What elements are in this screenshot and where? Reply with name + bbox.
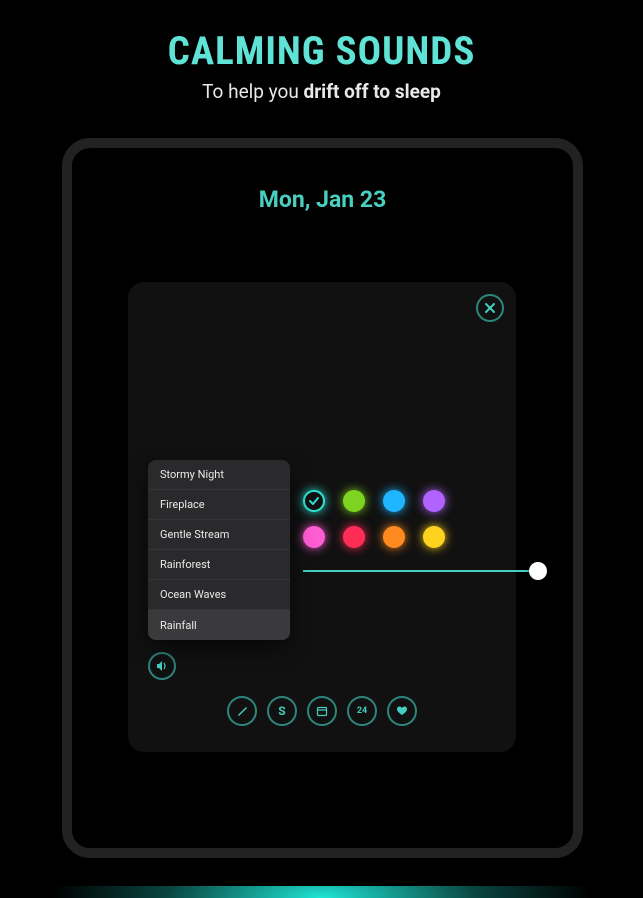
color-swatch[interactable] xyxy=(423,526,445,548)
s-icon: S xyxy=(278,704,285,718)
color-swatch[interactable] xyxy=(343,526,365,548)
24h-tool[interactable]: 24 xyxy=(347,696,377,726)
color-swatch[interactable] xyxy=(383,526,405,548)
settings-card: Stormy NightFireplaceGentle StreamRainfo… xyxy=(128,282,516,752)
speaker-icon xyxy=(155,659,169,673)
sound-option[interactable]: Rainfall xyxy=(148,610,290,640)
marketing-subtitle-prefix: To help you xyxy=(202,80,303,103)
ampm-label: PM xyxy=(72,845,573,858)
brush-tool[interactable] xyxy=(227,696,257,726)
sound-option[interactable]: Ocean Waves xyxy=(148,580,290,610)
marketing-title: CALMING SOUNDS xyxy=(0,28,643,74)
calendar-tool[interactable] xyxy=(307,696,337,726)
s-tool[interactable]: S xyxy=(267,696,297,726)
slider-knob[interactable] xyxy=(529,562,547,580)
brightness-slider[interactable] xyxy=(303,570,538,572)
sound-option[interactable]: Fireplace xyxy=(148,490,290,520)
check-icon xyxy=(307,494,321,508)
favorite-tool[interactable] xyxy=(387,696,417,726)
color-swatch[interactable] xyxy=(343,490,365,512)
sound-button[interactable] xyxy=(148,652,176,680)
marketing-subtitle-bold: drift off to sleep xyxy=(304,80,441,103)
bottom-toolbar: S 24 xyxy=(128,696,516,726)
close-icon xyxy=(484,302,496,314)
current-date: Mon, Jan 23 xyxy=(72,186,573,213)
sound-dropdown[interactable]: Stormy NightFireplaceGentle StreamRainfo… xyxy=(148,460,290,640)
color-swatch[interactable] xyxy=(303,526,325,548)
sound-option[interactable]: Stormy Night xyxy=(148,460,290,490)
heart-icon xyxy=(396,705,408,717)
brush-icon xyxy=(235,704,249,718)
color-swatch-grid xyxy=(303,490,451,554)
close-button[interactable] xyxy=(476,294,504,322)
color-swatch[interactable] xyxy=(423,490,445,512)
24-icon: 24 xyxy=(357,706,367,716)
app-screen: Mon, Jan 23 Stormy NightFireplaceGentle … xyxy=(72,186,573,858)
color-swatch[interactable] xyxy=(303,490,325,512)
marketing-subtitle: To help you drift off to sleep xyxy=(0,80,643,103)
tablet-frame: Mon, Jan 23 Stormy NightFireplaceGentle … xyxy=(62,138,583,858)
sound-option[interactable]: Gentle Stream xyxy=(148,520,290,550)
sound-option[interactable]: Rainforest xyxy=(148,550,290,580)
calendar-icon xyxy=(316,705,328,717)
color-swatch[interactable] xyxy=(383,490,405,512)
